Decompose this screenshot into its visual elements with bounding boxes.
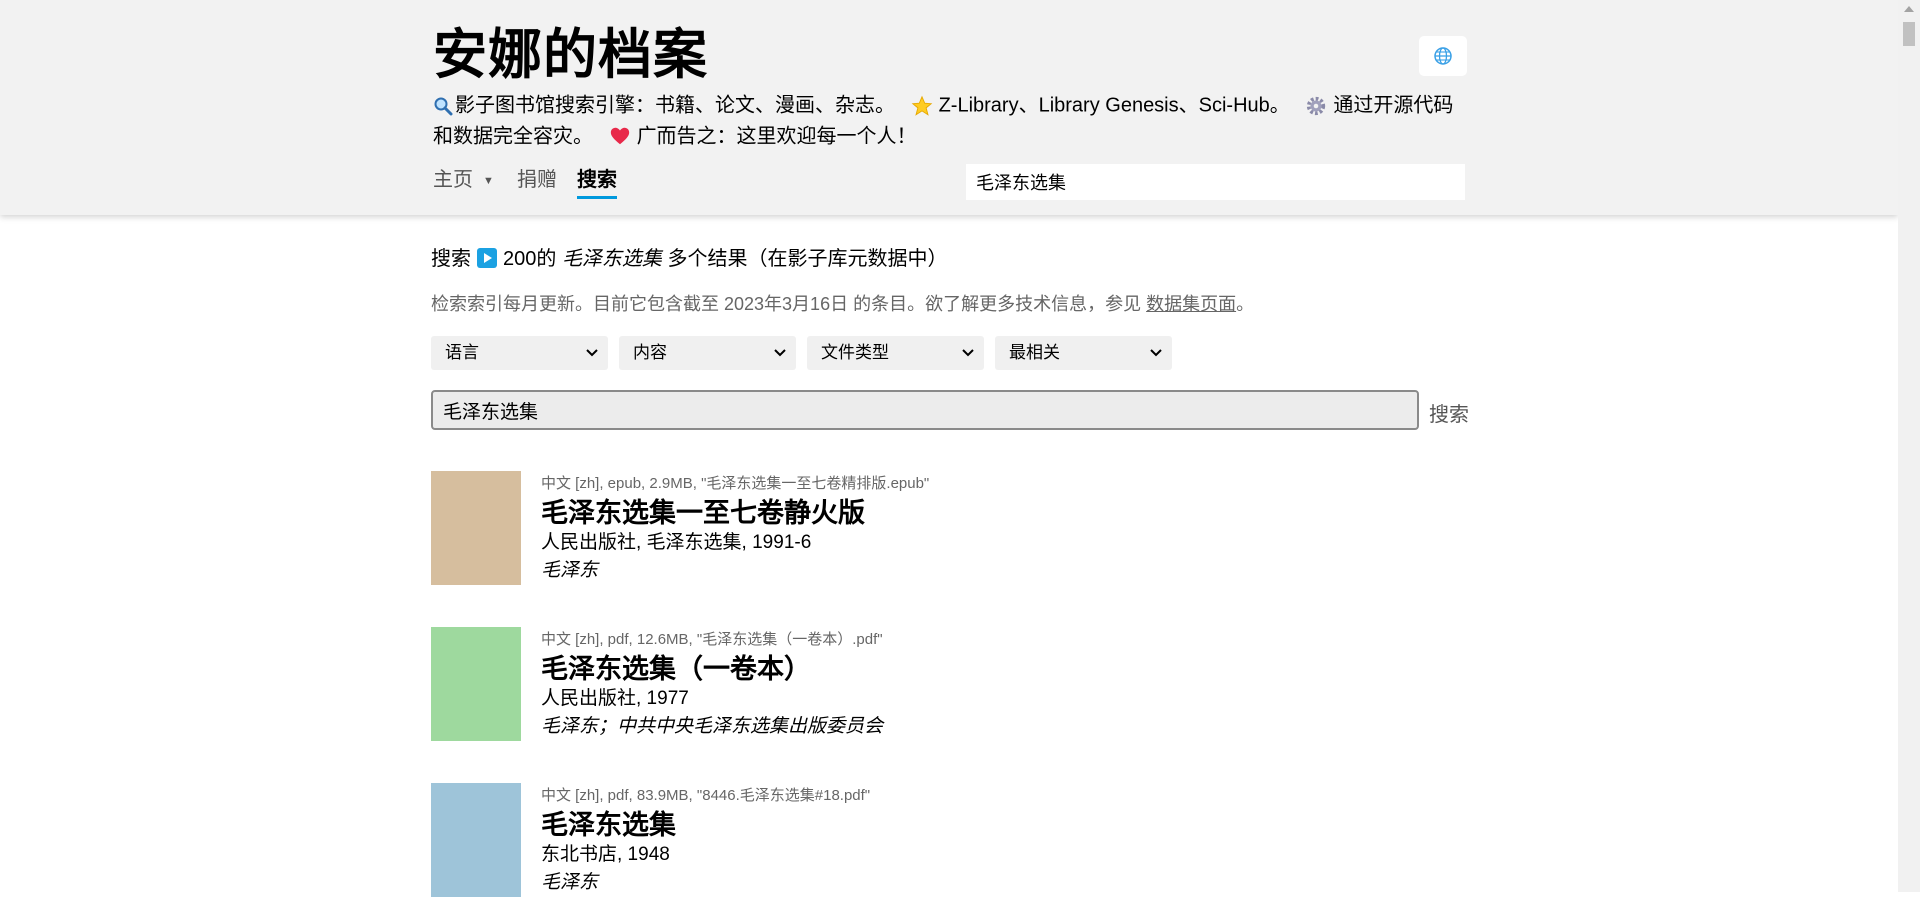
result-author: 毛泽东 <box>541 872 599 893</box>
chevron-down-icon <box>774 349 786 357</box>
result-title[interactable]: 毛泽东选集一至七卷静火版 <box>541 491 865 530</box>
nav-home[interactable]: 主页 ▼ <box>433 164 494 197</box>
header-search-input[interactable] <box>966 164 1465 200</box>
result-publisher: 人民出版社, 1977 <box>541 688 689 709</box>
filetype-select[interactable]: 文件类型 <box>807 336 984 370</box>
globe-icon <box>1434 47 1452 65</box>
result-meta: 中文 [zh], pdf, 12.6MB, "毛泽东选集（一卷本）.pdf" <box>541 631 883 648</box>
summary-query: 毛泽东选集 <box>561 248 662 270</box>
result-title[interactable]: 毛泽东选集（一卷本） <box>541 647 811 686</box>
index-notice: 检索索引每月更新。目前它包含截至 2023年3月16日 的条目。欲了解更多技术信… <box>431 290 1254 316</box>
content-select[interactable]: 内容 <box>619 336 796 370</box>
chevron-down-icon <box>962 349 974 357</box>
result-publisher: 东北书店, 1948 <box>541 844 670 865</box>
result-publisher: 人民出版社, 毛泽东选集, 1991-6 <box>541 532 812 553</box>
language-button[interactable] <box>1419 36 1467 76</box>
summary-suffix: 多个结果（在影子库元数据中） <box>667 248 948 270</box>
chevron-down-icon <box>586 349 598 357</box>
search-row: 搜索 <box>431 390 1471 430</box>
search-button[interactable]: 搜索 <box>1429 398 1469 427</box>
site-title[interactable]: 安娜的档案 <box>433 22 708 88</box>
search-summary: 搜索 200的 毛泽东选集 多个结果（在影子库元数据中） <box>431 242 948 271</box>
magnifier-icon <box>434 97 453 116</box>
nav-search[interactable]: 搜索 <box>577 164 617 199</box>
star-icon <box>911 95 932 116</box>
sort-select[interactable]: 最相关 <box>995 336 1172 370</box>
book-cover[interactable] <box>431 471 521 585</box>
tagline: 影子图书馆搜索引擎：书籍、论文、漫画、杂志。 Z-Library、Library… <box>433 90 1467 151</box>
result-item[interactable]: 中文 [zh], pdf, 83.9MB, "8446.毛泽东选集#18.pdf… <box>431 783 1471 897</box>
summary-prefix: 搜索 <box>431 248 471 270</box>
tagline-part-4: 广而告之：这里欢迎每一个人！ <box>636 125 917 148</box>
dataset-link[interactable]: 数据集页面 <box>1146 294 1236 314</box>
language-select-value: 语言 <box>445 343 479 362</box>
result-item[interactable]: 中文 [zh], epub, 2.9MB, "毛泽东选集一至七卷精排版.epub… <box>431 471 1471 585</box>
language-select[interactable]: 语言 <box>431 336 608 370</box>
tagline-part-2: Z-Library、Library Genesis、Sci-Hub。 <box>938 94 1290 117</box>
main-search-input[interactable] <box>431 390 1419 430</box>
result-meta: 中文 [zh], pdf, 83.9MB, "8446.毛泽东选集#18.pdf… <box>541 787 871 804</box>
filetype-select-value: 文件类型 <box>821 343 889 362</box>
play-icon <box>477 248 497 268</box>
notice-end: 。 <box>1236 294 1255 314</box>
heart-icon <box>610 128 629 145</box>
book-cover[interactable] <box>431 783 521 897</box>
vertical-scrollbar[interactable] <box>1898 0 1920 892</box>
notice-text: 检索索引每月更新。目前它包含截至 2023年3月16日 的条目。欲了解更多技术信… <box>431 294 1142 314</box>
result-title[interactable]: 毛泽东选集 <box>541 803 676 842</box>
scroll-up-arrow-icon[interactable] <box>1904 6 1914 12</box>
sort-select-value: 最相关 <box>1009 343 1060 362</box>
result-meta: 中文 [zh], epub, 2.9MB, "毛泽东选集一至七卷精排版.epub… <box>541 475 930 492</box>
scroll-thumb[interactable] <box>1903 22 1915 46</box>
tagline-part-1: 影子图书馆搜索引擎：书籍、论文、漫画、杂志。 <box>455 94 895 117</box>
header-inner: 安娜的档案 影子图书馆搜索引擎：书籍、论文、漫画、杂志。 Z-Library、L… <box>433 0 1467 215</box>
result-author: 毛泽东 <box>541 560 599 581</box>
result-author: 毛泽东；中共中央毛泽东选集出版委员会 <box>541 716 884 737</box>
chevron-down-icon <box>1150 349 1162 357</box>
site-header: 安娜的档案 影子图书馆搜索引擎：书籍、论文、漫画、杂志。 Z-Library、L… <box>0 0 1898 215</box>
gear-icon <box>1307 96 1326 115</box>
summary-count: 200的 <box>503 248 557 270</box>
nav-home-label: 主页 <box>433 169 473 191</box>
content-select-value: 内容 <box>633 343 667 362</box>
book-cover[interactable] <box>431 627 521 741</box>
result-item[interactable]: 中文 [zh], pdf, 12.6MB, "毛泽东选集（一卷本）.pdf" 毛… <box>431 627 1471 741</box>
caret-down-icon: ▼ <box>483 174 494 187</box>
nav-donate[interactable]: 捐赠 <box>517 164 557 196</box>
